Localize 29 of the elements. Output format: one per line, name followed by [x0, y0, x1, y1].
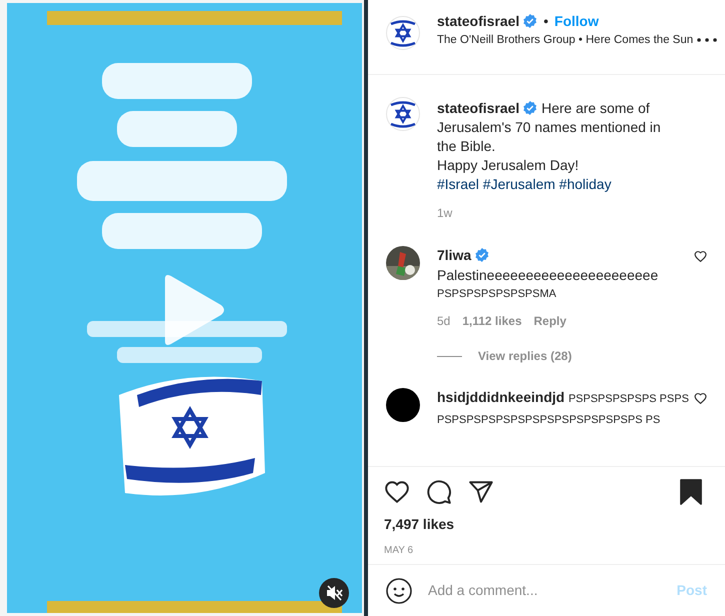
post-date: MAY 6: [384, 544, 414, 558]
comment-text: Palestineeeeeeeeeeeeeeeeeeeeee: [437, 266, 660, 285]
mute-button[interactable]: [319, 578, 349, 608]
more-options-icon[interactable]: [697, 38, 717, 42]
username[interactable]: stateofisrael: [437, 100, 520, 116]
timestamp: 1w: [437, 205, 454, 222]
username[interactable]: stateofisrael: [437, 12, 520, 30]
likes-count[interactable]: 7,497 likes: [384, 514, 454, 535]
avatar[interactable]: [386, 388, 420, 422]
timestamp: 5d: [437, 313, 450, 330]
comment-text: hsidjddidnkeeindjd PSPSPSPSPSPS PSPSPSPSPSPSPSPSPSPSPSPSPSPSPSPS PS: [437, 388, 690, 428]
username[interactable]: 7liwa: [437, 247, 472, 263]
like-icon[interactable]: [694, 250, 707, 263]
caption-text: Happy Jerusalem Day!: [437, 156, 580, 175]
hashtags-link[interactable]: #Israel #Jerusalem #holiday: [437, 175, 677, 194]
bookmark-icon[interactable]: [679, 479, 703, 505]
star-of-david-avatar-icon[interactable]: [386, 16, 420, 50]
comment-icon[interactable]: [426, 479, 452, 505]
comment-input[interactable]: Add a comment...: [428, 580, 669, 601]
star-of-david-avatar-icon[interactable]: [386, 97, 420, 131]
caption-text: stateofisrael Here are some of Jerusalem's 70 names mentioned in the Bible.: [437, 99, 662, 156]
username[interactable]: hsidjddidnkeeindjd: [437, 389, 565, 405]
share-icon[interactable]: [468, 479, 494, 505]
audio-link[interactable]: The O'Neill Brothers Group • Here Comes the Sun: [437, 32, 695, 48]
emoji-icon[interactable]: [386, 578, 412, 604]
like-icon[interactable]: [384, 479, 410, 505]
like-icon[interactable]: [694, 392, 707, 405]
comment-text: PSPSPSPSPSPSPSMA: [437, 287, 558, 302]
separator-dot: •: [543, 12, 548, 30]
